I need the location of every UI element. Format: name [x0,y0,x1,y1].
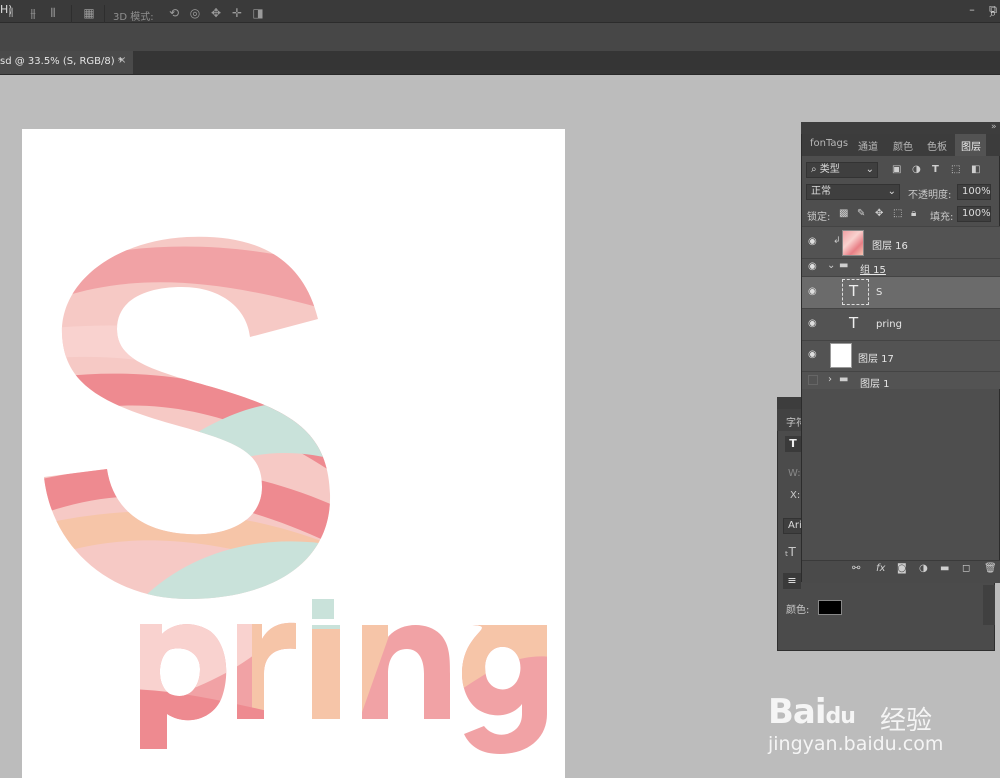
filter-smart-object-icon[interactable]: ◧ [971,164,980,175]
layer-name: 图层 17 [858,354,894,365]
align-center-icon[interactable]: ⫵ [25,5,41,21]
opacity-input[interactable]: 100% [957,184,991,200]
search-icon[interactable]: ⌕ [985,5,1000,21]
leading-icon[interactable]: ₜT [785,545,796,559]
chevron-down-icon[interactable]: ⌄ [827,260,835,271]
folder-icon: ▬ [839,260,849,271]
new-group-icon[interactable]: ▬ [940,563,949,574]
divider [104,5,105,23]
layer-name: 图层 1 [860,379,890,390]
layer-name: 图层 16 [872,241,908,252]
lock-transparent-icon[interactable]: ▩ [839,208,848,219]
width-label: W: [788,468,801,479]
document-tab-label: sd @ 33.5% (S, RGB/8) * [0,56,123,67]
tab-fontags[interactable]: fonTags [810,138,848,149]
link-layers-icon[interactable]: ⚯ [852,563,860,574]
watermark-brand: 经验 [880,706,933,736]
lock-artboard-icon[interactable]: ⬚ [893,208,902,219]
filter-pixel-icon[interactable]: ▣ [892,164,901,175]
options-bar [0,22,1000,52]
text-layer-icon: T [849,314,859,332]
layer-thumbnail [842,230,864,256]
eye-icon[interactable]: ◉ [808,261,817,272]
chevron-down-icon: ⌄ [865,164,874,175]
layer-name: pring [876,319,902,330]
filter-shape-icon[interactable]: ⬚ [951,164,960,175]
tab-color[interactable]: 颜色 [893,138,913,153]
character-panel-scrollbar[interactable] [983,585,995,625]
filter-label: 类型 [819,164,840,175]
layers-panel-header [801,122,1000,134]
tab-swatches[interactable]: 色板 [927,138,947,153]
tab-layers[interactable]: 图层 [961,138,981,153]
color-label: 颜色: [786,605,810,616]
fill-input[interactable]: 100% [957,206,991,222]
folder-icon: ▬ [839,374,849,385]
align-left-icon[interactable]: ⫴ [3,5,19,21]
align-left-text-icon[interactable]: ≡ [783,573,801,589]
eye-icon[interactable]: ◉ [808,236,817,247]
visibility-toggle-empty[interactable] [808,375,818,385]
slide-3d-icon[interactable]: ✛ [229,5,245,21]
align-right-icon[interactable]: ⫴ [45,5,61,21]
text-color-swatch[interactable] [818,600,842,615]
chevron-down-icon: ⌄ [887,186,896,197]
minimize-button[interactable]: – [963,2,981,18]
lock-paint-icon[interactable]: ✎ [857,208,865,219]
blend-mode-select[interactable]: 正常 ⌄ [806,184,900,200]
layer-filter-select[interactable]: ⌕ 类型 ⌄ [806,162,878,178]
layer-thumbnail [830,343,852,368]
lock-all-icon[interactable]: 🔒︎ [911,208,916,219]
spring-artwork [44,236,547,754]
layer-name: S [876,287,883,298]
collapse-panel-icon[interactable]: » [991,122,997,132]
trash-icon[interactable]: 🗑︎ [984,563,997,574]
eye-icon[interactable]: ◉ [808,286,817,297]
baidu-logo-watermark: Baidu [768,692,856,732]
fx-icon[interactable]: fx [876,563,885,574]
divider [71,5,72,23]
text-layer-icon: T [849,282,859,300]
chevron-right-icon[interactable]: › [828,374,832,385]
pan-3d-icon[interactable]: ✥ [208,5,224,21]
text-type-icon[interactable]: T [785,436,801,452]
clip-arrow-icon: ↲ [833,236,841,246]
camera-3d-icon[interactable]: ◨ [250,5,266,21]
roll-3d-icon[interactable]: ◎ [187,5,203,21]
watermark-url: jingyan.baidu.com [768,733,944,755]
mode-3d-label: 3D 模式: [113,12,154,23]
distribute-icon[interactable]: ▦ [81,5,97,21]
blend-mode-value: 正常 [811,186,831,197]
filter-type-icon[interactable]: T [932,164,939,175]
layer-mask-icon[interactable]: ◙ [897,563,907,574]
layer-row-selected[interactable] [802,276,1000,308]
close-tab-button[interactable]: × [118,55,126,66]
lock-label: 锁定: [807,212,831,223]
orbit-3d-icon[interactable]: ⟲ [166,5,182,21]
fill-label: 填充: [930,212,954,223]
adjustment-layer-icon[interactable]: ◑ [919,563,928,574]
filter-adjustment-icon[interactable]: ◑ [912,164,921,175]
eye-icon[interactable]: ◉ [808,318,817,329]
lock-position-icon[interactable]: ✥ [875,208,883,219]
eye-icon[interactable]: ◉ [808,349,817,360]
layer-name: 组 15 [860,265,886,276]
tab-channels[interactable]: 通道 [858,138,878,153]
new-layer-icon[interactable]: ◻ [962,563,970,574]
document-tab-bar [0,51,1000,75]
x-label: X: [790,490,801,501]
opacity-label: 不透明度: [908,190,952,201]
search-icon: ⌕ [811,164,820,175]
